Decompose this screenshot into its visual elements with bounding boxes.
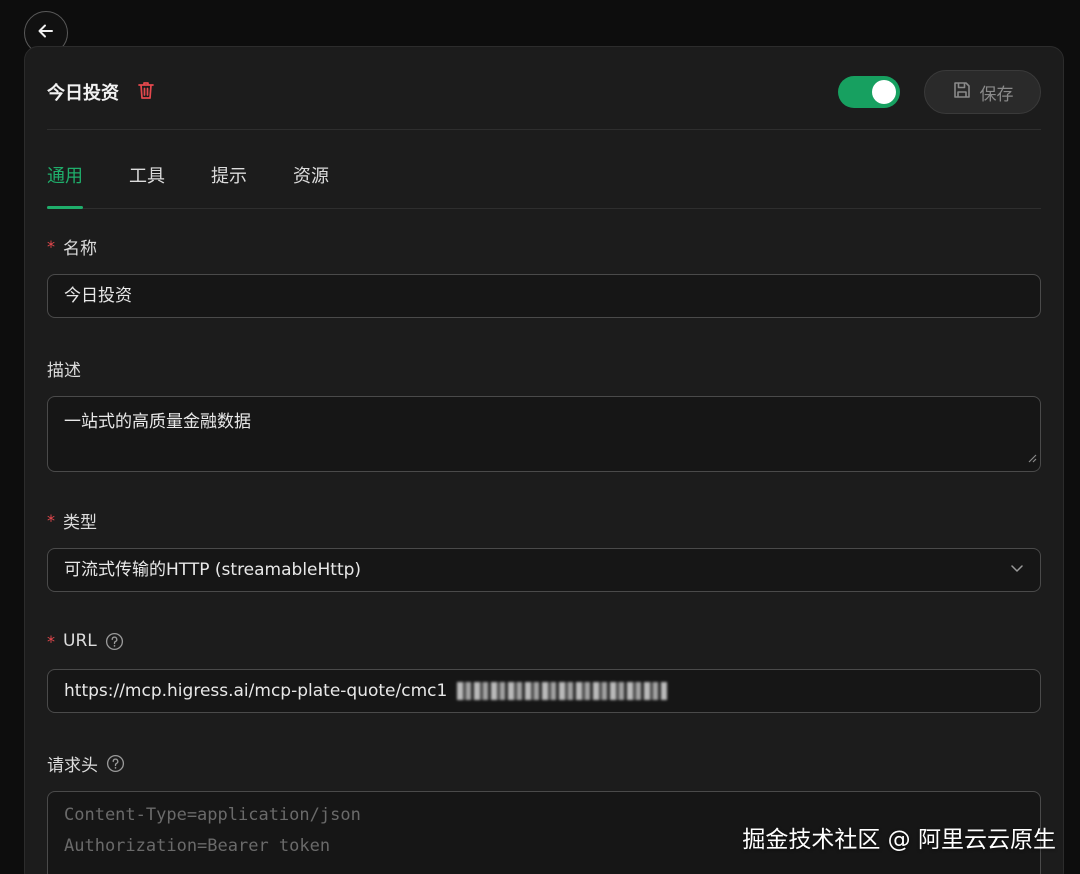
description-textarea[interactable]: 一站式的高质量金融数据: [47, 396, 1041, 472]
arrow-left-icon: [36, 21, 56, 45]
tab-general[interactable]: 通用: [47, 155, 83, 209]
type-selected-value: 可流式传输的HTTP (streamableHttp): [64, 560, 362, 580]
delete-button[interactable]: [137, 80, 155, 104]
save-button-label: 保存: [979, 84, 1014, 105]
tab-prompts[interactable]: 提示: [211, 155, 247, 208]
page-title: 今日投资: [47, 83, 119, 104]
panel-header: 今日投资 保存: [47, 67, 1041, 117]
redacted-url-segment: [457, 682, 668, 700]
type-label: 类型: [63, 512, 97, 533]
description-label: 描述: [47, 360, 81, 381]
toggle-knob: [872, 80, 896, 104]
name-label: 名称: [63, 238, 97, 259]
headers-field: 请求头 Content-Type=application/json Author…: [47, 751, 1041, 874]
tab-bar: 通用 工具 提示 资源: [47, 155, 1041, 209]
enable-toggle[interactable]: [838, 76, 900, 108]
required-marker: *: [47, 510, 55, 530]
save-disk-icon: [952, 80, 972, 105]
resize-grip-icon[interactable]: [1027, 448, 1037, 468]
required-marker: *: [47, 631, 55, 651]
save-button[interactable]: 保存: [924, 70, 1041, 114]
watermark: 掘金技术社区 @ 阿里云云原生: [742, 827, 1056, 853]
url-value: https://mcp.higress.ai/mcp-plate-quote/c…: [64, 681, 448, 701]
question-circle-icon[interactable]: [105, 632, 124, 651]
chevron-down-icon: [1010, 549, 1024, 591]
required-marker: *: [47, 236, 55, 256]
name-field: * 名称 今日投资: [47, 234, 1041, 318]
url-field: * URL https://mcp.higress.ai/mcp-plate-q…: [47, 629, 1041, 713]
tab-tools[interactable]: 工具: [129, 155, 165, 208]
name-input[interactable]: 今日投资: [47, 274, 1041, 318]
headers-label: 请求头: [47, 755, 98, 776]
description-field: 描述 一站式的高质量金融数据: [47, 356, 1041, 472]
url-label: URL: [63, 631, 97, 651]
type-select[interactable]: 可流式传输的HTTP (streamableHttp): [47, 548, 1041, 592]
question-circle-icon[interactable]: [106, 754, 125, 773]
description-value: 一站式的高质量金融数据: [64, 412, 251, 432]
server-edit-panel: 今日投资 保存 通用 工具 提示 资源 * 名称 今日投资 描述 一站式的高质量…: [24, 46, 1064, 874]
trash-icon: [137, 80, 155, 104]
tab-resources[interactable]: 资源: [293, 155, 329, 208]
url-input[interactable]: https://mcp.higress.ai/mcp-plate-quote/c…: [47, 669, 1041, 713]
type-field: * 类型 可流式传输的HTTP (streamableHttp): [47, 508, 1041, 592]
header-divider: [47, 129, 1041, 130]
